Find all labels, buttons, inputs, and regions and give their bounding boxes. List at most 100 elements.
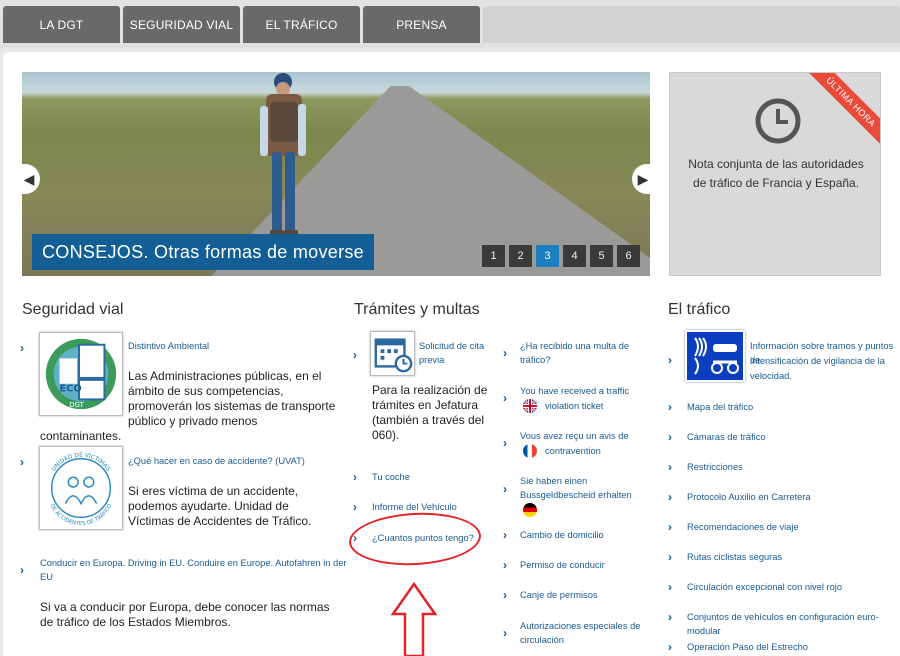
chevron-right-icon: › bbox=[668, 490, 672, 504]
chevron-right-icon: › bbox=[668, 430, 672, 444]
dgt-label: DGT bbox=[69, 401, 84, 409]
link-permiso-conducir[interactable]: Permiso de conducir bbox=[520, 558, 605, 572]
svg-text:UNIDAD DE VÍCTIMAS: UNIDAD DE VÍCTIMAS bbox=[51, 453, 111, 473]
link-canje-permisos[interactable]: Canje de permisos bbox=[520, 588, 598, 602]
seguridad-item1-text-d: público y privado menos bbox=[128, 414, 258, 428]
nav-tab-la-dgt[interactable]: LA DGT bbox=[3, 6, 120, 43]
nav-tab-el-trafico[interactable]: EL TRÁFICO bbox=[243, 6, 360, 43]
seguridad-item3-text-b: de tráfico de los Estados Miembros. bbox=[40, 615, 231, 629]
slider-pager: 1 2 3 4 5 6 bbox=[482, 245, 640, 267]
radar-thumbnail[interactable] bbox=[685, 330, 745, 382]
speed-radar-icon bbox=[694, 337, 739, 375]
link-euro-modular[interactable]: Conjuntos de vehículos en configuración … bbox=[687, 610, 900, 638]
link-autorizaciones-especiales-b[interactable]: circulación bbox=[520, 633, 564, 647]
chevron-right-icon: › bbox=[668, 520, 672, 534]
seguridad-item1-text-b: ámbito de sus competencias, bbox=[128, 384, 284, 398]
chevron-right-icon: › bbox=[668, 640, 672, 654]
slider-page-3[interactable]: 3 bbox=[536, 245, 559, 267]
nav-tab-prensa[interactable]: PRENSA bbox=[363, 6, 480, 43]
cita-text-d: 060). bbox=[372, 428, 400, 442]
latest-news-box[interactable]: ÚLTIMA HORA Nota conjunta de las autorid… bbox=[669, 72, 881, 276]
link-tu-coche[interactable]: Tu coche bbox=[372, 470, 410, 484]
link-conducir-europa-eu[interactable]: EU bbox=[40, 570, 53, 584]
link-conducir-europa[interactable]: Conducir en Europa. Driving in EU. Condu… bbox=[40, 556, 346, 570]
chevron-right-icon: › bbox=[353, 500, 357, 514]
link-restricciones[interactable]: Restricciones bbox=[687, 460, 743, 474]
seguridad-item2-text-a: Si eres víctima de un accidente, bbox=[128, 484, 299, 498]
slider-page-6[interactable]: 6 bbox=[617, 245, 640, 267]
slider-page-2[interactable]: 2 bbox=[509, 245, 532, 267]
germany-flag-icon bbox=[523, 503, 537, 517]
seguridad-item3-text-a: Si va a conducir por Europa, debe conoce… bbox=[40, 600, 330, 614]
link-circulacion-nivel-rojo[interactable]: Circulación excepcional con nivel rojo bbox=[687, 580, 842, 594]
seguridad-item1-text-c: promoverán los sistemas de transporte bbox=[128, 399, 336, 413]
link-bussgeldbescheid-de[interactable]: Sie haben einen bbox=[520, 474, 587, 488]
link-autorizaciones-especiales[interactable]: Autorizaciones especiales de bbox=[520, 619, 640, 633]
chevron-right-icon: › bbox=[353, 348, 357, 362]
link-traffic-ticket-en-b[interactable]: violation ticket bbox=[545, 399, 603, 413]
chevron-right-icon: › bbox=[503, 528, 507, 542]
chevron-right-icon: › bbox=[503, 626, 507, 640]
seguridad-item1-text-a: Las Administraciones públicas, en el bbox=[128, 369, 322, 383]
link-recomendaciones-viaje[interactable]: Recomendaciones de viaje bbox=[687, 520, 799, 534]
chevron-right-icon: › bbox=[668, 400, 672, 414]
link-traffic-ticket-en[interactable]: You have received a traffic bbox=[520, 384, 629, 398]
chevron-right-icon: › bbox=[20, 341, 24, 355]
chevron-right-icon: › bbox=[503, 558, 507, 572]
chevron-right-icon: › bbox=[503, 588, 507, 602]
link-cambio-domicilio[interactable]: Cambio de domicilio bbox=[520, 528, 604, 542]
slider-page-1[interactable]: 1 bbox=[482, 245, 505, 267]
chevron-right-icon: › bbox=[353, 470, 357, 484]
top-navigation: LA DGT SEGURIDAD VIAL EL TRÁFICO PRENSA bbox=[0, 0, 900, 48]
slider-page-5[interactable]: 5 bbox=[590, 245, 613, 267]
link-avis-contravention-fr-b[interactable]: contravention bbox=[545, 444, 601, 458]
cita-text-b: trámites en Jefatura bbox=[372, 398, 479, 412]
chevron-right-icon: › bbox=[668, 580, 672, 594]
link-camaras-trafico[interactable]: Cámaras de tráfico bbox=[687, 430, 766, 444]
link-paso-estrecho[interactable]: Operación Paso del Estrecho bbox=[687, 640, 808, 654]
tramites-multas-title: Trámites y multas bbox=[354, 301, 480, 318]
link-cita-previa[interactable]: Solicitud de cita bbox=[419, 339, 484, 353]
hero-slider[interactable]: CONSEJOS. Otras formas de moverse ◀ ▶ 1 … bbox=[22, 72, 650, 276]
link-bussgeldbescheid-de-b[interactable]: Bussgeldbescheid erhalten bbox=[520, 488, 632, 502]
latest-news-text[interactable]: Nota conjunta de las autoridades de tráf… bbox=[680, 155, 872, 193]
nav-tab-seguridad-vial[interactable]: SEGURIDAD VIAL bbox=[123, 6, 240, 43]
link-mapa-trafico[interactable]: Mapa del tráfico bbox=[687, 400, 753, 414]
link-distintivo-ambiental[interactable]: Distintivo Ambiental bbox=[128, 339, 209, 353]
seguridad-item1-text-e: contaminantes. bbox=[40, 429, 122, 443]
link-info-tramos-velocidad-b[interactable]: intensificación de vigilancia de la bbox=[750, 354, 885, 368]
main-content: CONSEJOS. Otras formas de moverse ◀ ▶ 1 … bbox=[3, 52, 900, 656]
link-informe-vehiculo[interactable]: Informe del Vehículo bbox=[372, 500, 457, 514]
link-multa-trafico[interactable]: ¿Ha recibido una multa de bbox=[520, 339, 629, 353]
link-uvat[interactable]: ¿Qué hacer en caso de accidente? (UVAT) bbox=[128, 454, 305, 468]
chevron-right-icon: › bbox=[503, 482, 507, 496]
chevron-right-icon: › bbox=[668, 460, 672, 474]
chevron-right-icon: ▶ bbox=[637, 170, 649, 187]
slider-caption[interactable]: CONSEJOS. Otras formas de moverse bbox=[32, 234, 374, 270]
uk-flag-icon bbox=[523, 399, 537, 413]
seguridad-vial-title: Seguridad vial bbox=[22, 301, 124, 318]
uvat-logo-icon: UNIDAD DE VÍCTIMAS DE ACCIDENTES DE TRÁF… bbox=[49, 453, 114, 527]
annotation-arrow-up-icon bbox=[391, 582, 437, 656]
uvat-ring-top: UNIDAD DE VÍCTIMAS bbox=[51, 453, 111, 473]
cita-text-c: (también a través del bbox=[372, 413, 485, 427]
chevron-right-icon: › bbox=[503, 346, 507, 360]
link-multa-trafico-b[interactable]: tráfico? bbox=[520, 353, 551, 367]
chevron-right-icon: › bbox=[20, 455, 24, 469]
nav-filler bbox=[483, 6, 900, 43]
chevron-right-icon: › bbox=[503, 436, 507, 450]
link-cita-previa-b[interactable]: previa bbox=[419, 353, 444, 367]
chevron-right-icon: › bbox=[20, 563, 24, 577]
seguridad-item2-text-b: podemos ayudarte. Unidad de bbox=[128, 499, 289, 513]
chevron-right-icon: › bbox=[668, 610, 672, 624]
uvat-logo-thumbnail[interactable]: UNIDAD DE VÍCTIMAS DE ACCIDENTES DE TRÁF… bbox=[39, 446, 123, 530]
link-protocolo-auxilio[interactable]: Protocolo Auxilio en Carretera bbox=[687, 490, 811, 504]
link-avis-contravention-fr[interactable]: Vous avez reçu un avis de bbox=[520, 429, 629, 443]
chevron-right-icon: › bbox=[503, 391, 507, 405]
chevron-right-icon: › bbox=[668, 550, 672, 564]
link-info-tramos-velocidad-c[interactable]: velocidad. bbox=[750, 369, 792, 383]
link-rutas-ciclistas[interactable]: Rutas ciclistas seguras bbox=[687, 550, 782, 564]
slider-page-4[interactable]: 4 bbox=[563, 245, 586, 267]
eco-badge-thumbnail[interactable]: ECO DGT bbox=[39, 332, 123, 416]
cita-previa-thumbnail[interactable] bbox=[370, 331, 415, 376]
